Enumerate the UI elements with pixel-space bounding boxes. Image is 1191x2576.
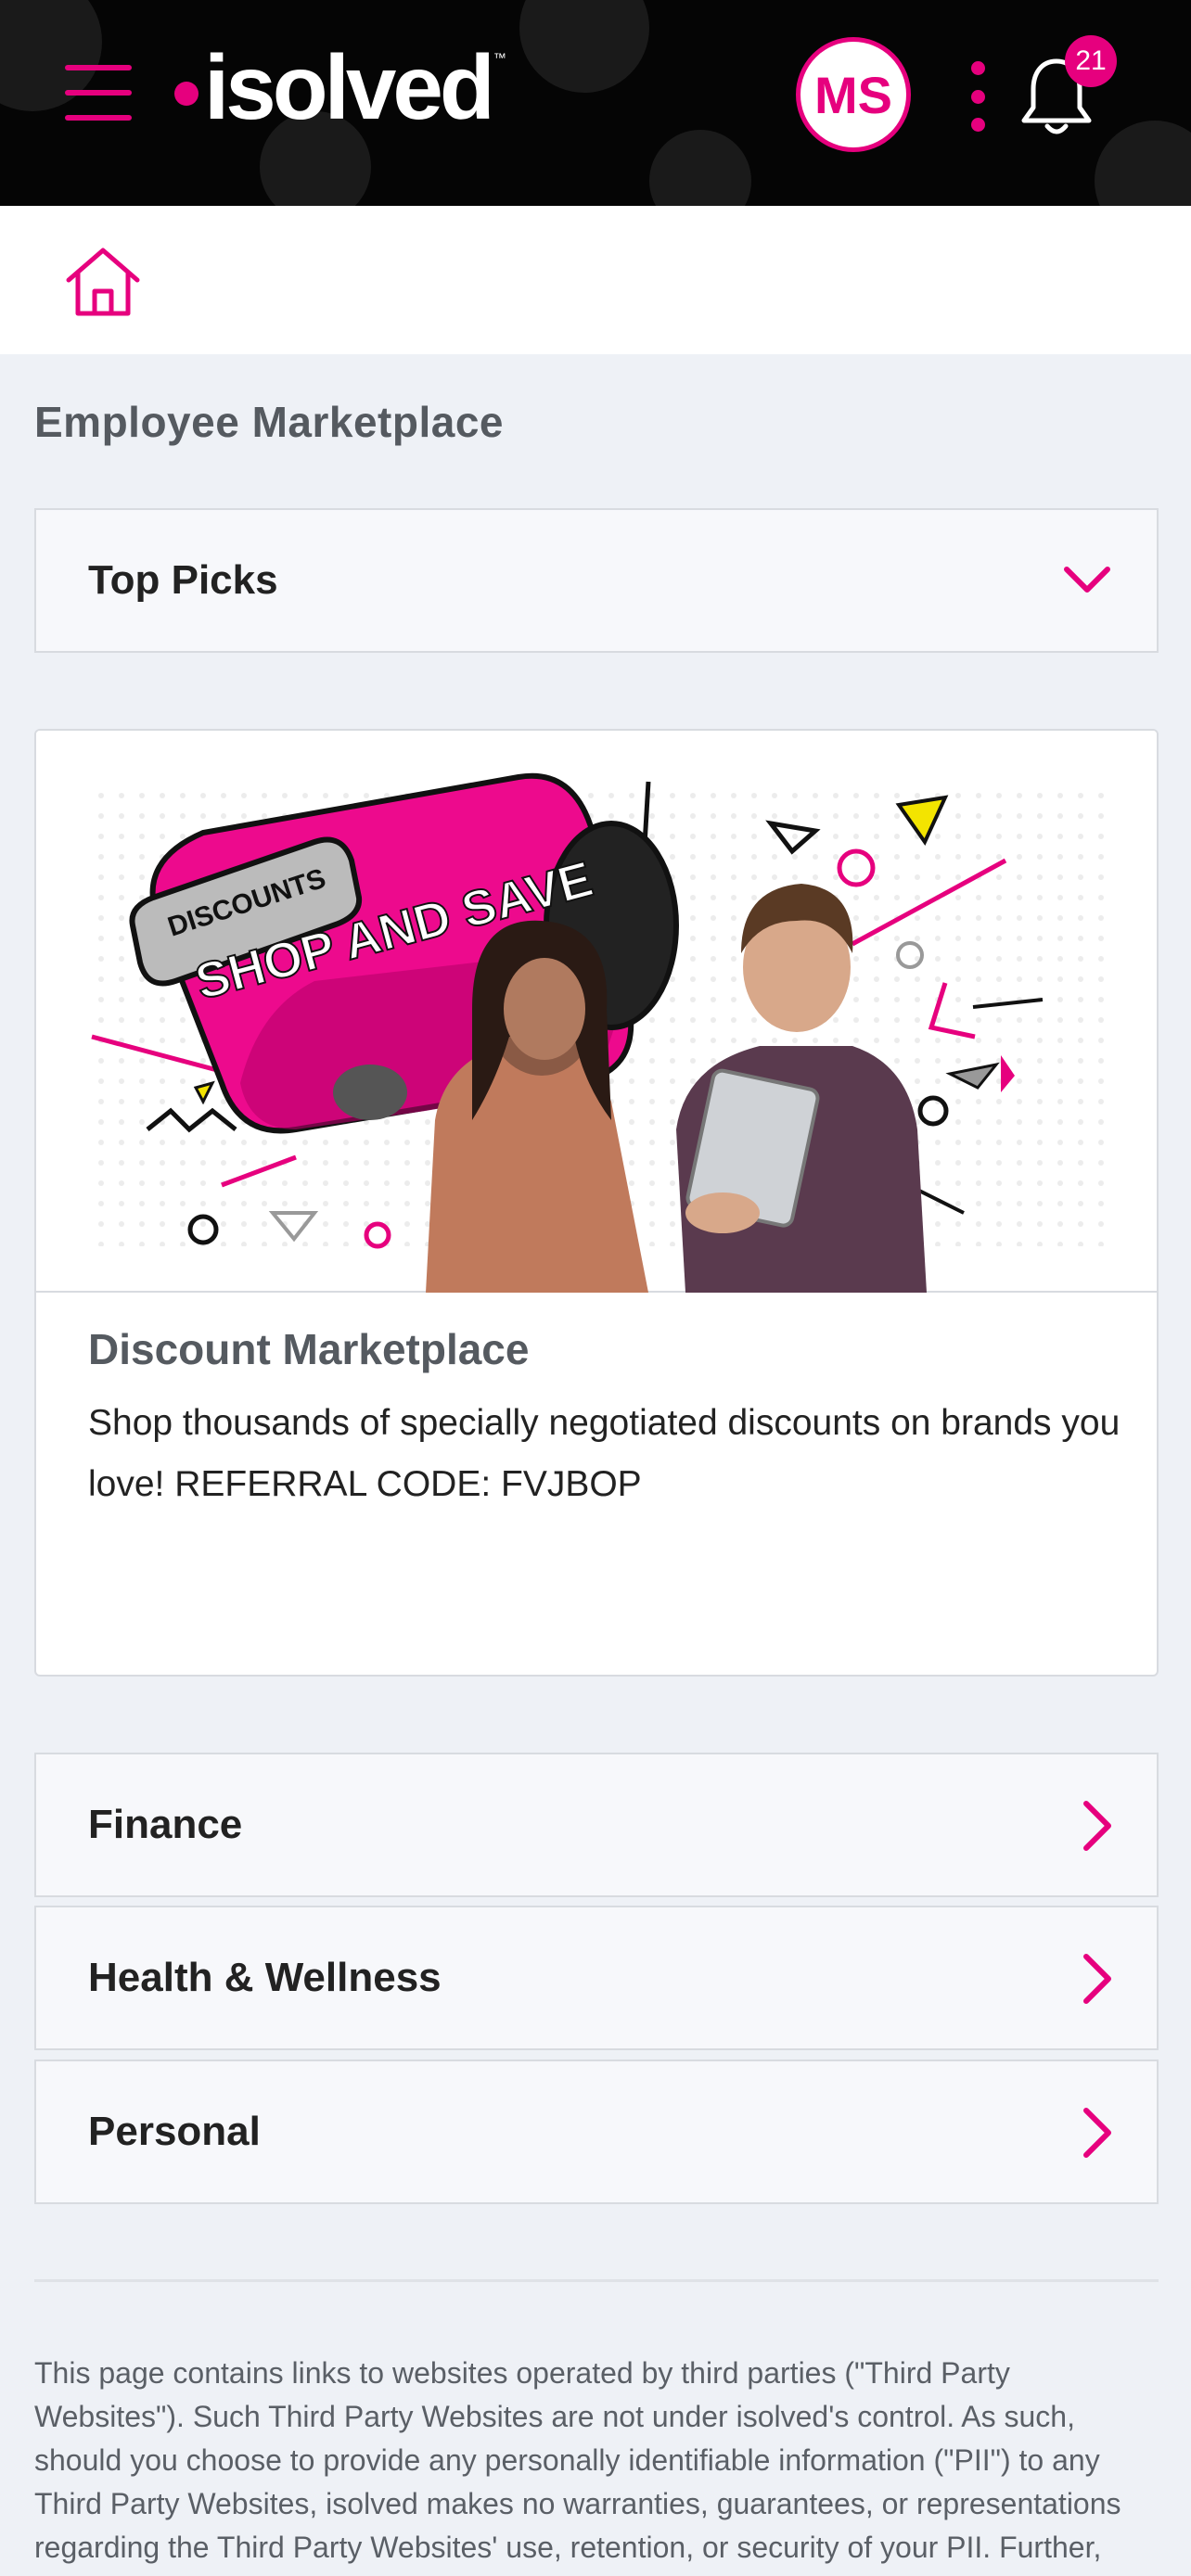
logo-trademark: ™ [493, 50, 506, 65]
isolved-logo[interactable]: isolved ™ [174, 41, 506, 134]
home-icon[interactable] [63, 245, 143, 319]
chevron-right-icon [1083, 1954, 1111, 2004]
user-avatar[interactable]: MS [796, 37, 911, 152]
notification-badge: 21 [1065, 35, 1117, 87]
breadcrumb [0, 206, 1191, 354]
dropdown-selected-label: Top Picks [88, 557, 278, 603]
section-divider [34, 2279, 1159, 2282]
chevron-right-icon [1083, 1801, 1111, 1851]
category-personal[interactable]: Personal [34, 2060, 1159, 2204]
third-party-disclaimer: This page contains links to websites ope… [34, 2356, 1121, 2564]
card-description: Shop thousands of specially negotiated d… [88, 1403, 1121, 1504]
discount-marketplace-card[interactable]: DISCOUNTS SHOP AND SAVE Discount Marketp… [34, 729, 1159, 1677]
category-health-wellness[interactable]: Health & Wellness [34, 1906, 1159, 2050]
banner-illustration: DISCOUNTS SHOP AND SAVE [88, 772, 1107, 1293]
category-finance[interactable]: Finance [34, 1753, 1159, 1897]
header-background-shape [649, 130, 751, 206]
chevron-down-icon [1064, 567, 1110, 593]
chevron-right-icon [1083, 2108, 1111, 2158]
category-label: Personal [88, 2109, 261, 2154]
banner-image: DISCOUNTS SHOP AND SAVE [36, 731, 1157, 1293]
category-label: Health & Wellness [88, 1955, 442, 2000]
logo-dot [174, 82, 198, 106]
app-header: isolved ™ MS 21 [0, 0, 1191, 206]
card-title: Discount Marketplace [88, 1325, 530, 1373]
logo-text: isolved [204, 36, 495, 138]
header-background-shape [519, 0, 649, 93]
category-label: Finance [88, 1802, 243, 1847]
kebab-icon[interactable] [967, 61, 989, 132]
category-dropdown[interactable]: Top Picks [34, 508, 1159, 653]
header-background-shape [1095, 121, 1191, 206]
page-title: Employee Marketplace [34, 398, 505, 446]
menu-icon[interactable] [65, 65, 132, 121]
